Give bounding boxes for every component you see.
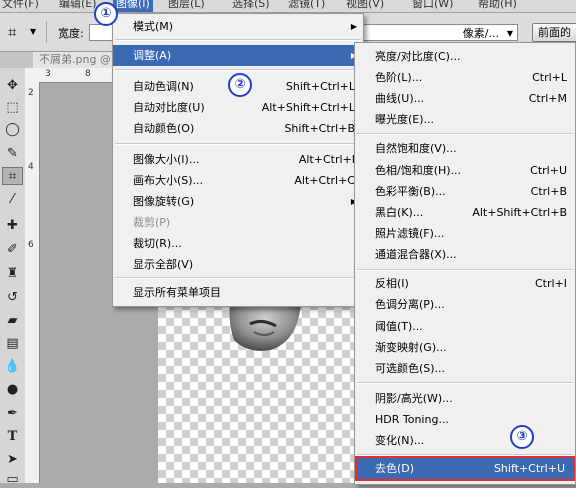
menu-item-mode[interactable]: 模式(M) ▶	[113, 16, 363, 37]
face-image	[229, 302, 301, 351]
divider	[46, 21, 47, 43]
menu-edit[interactable]: 编辑(E)	[59, 0, 97, 12]
menu-item-channel-mixer[interactable]: 通道混合器(X)...	[355, 244, 575, 265]
step-2-badge: ②	[228, 73, 252, 97]
menu-item-show-all-menu-items[interactable]: 显示所有菜单项目	[113, 282, 363, 303]
ruler-number: 6	[28, 240, 34, 250]
dodge-tool-icon[interactable]: ●	[2, 380, 23, 398]
menu-separator	[357, 454, 573, 456]
menu-item-hue-saturation[interactable]: 色相/饱和度(H)... Ctrl+U	[355, 160, 575, 181]
menu-item-levels[interactable]: 色阶(L)... Ctrl+L	[355, 67, 575, 88]
menu-separator	[115, 69, 361, 71]
tool-preset-chevron-icon[interactable]: ▼	[30, 27, 36, 36]
menu-separator	[357, 382, 573, 384]
menu-item-curves[interactable]: 曲线(U)... Ctrl+M	[355, 88, 575, 109]
menu-item-gradient-map[interactable]: 渐变映射(G)...	[355, 337, 575, 358]
menu-image[interactable]: 图像(I)	[113, 0, 153, 12]
menu-item-threshold[interactable]: 阈值(T)...	[355, 316, 575, 337]
menu-item-auto-color[interactable]: 自动颜色(O) Shift+Ctrl+B	[113, 118, 363, 139]
menu-item-hdr-toning[interactable]: HDR Toning...	[355, 409, 575, 430]
brush-tool-icon[interactable]: ✐	[2, 240, 23, 258]
resolution-units-select[interactable]: 像素/... ▼	[362, 24, 518, 41]
menu-item-image-rotation[interactable]: 图像旋转(G)▶	[113, 191, 363, 212]
menu-item-image-size[interactable]: 图像大小(I)... Alt+Ctrl+I	[113, 149, 363, 170]
step-1-badge: ①	[94, 2, 118, 26]
vertical-ruler: 2 4 6	[25, 82, 40, 483]
menu-item-desaturate[interactable]: 去色(D) Shift+Ctrl+U	[355, 456, 575, 481]
menu-view[interactable]: 视图(V)	[346, 0, 384, 12]
menu-layer[interactable]: 图层(L)	[168, 0, 205, 12]
quick-select-tool-icon[interactable]: ✎	[2, 144, 23, 162]
menu-item-reveal-all[interactable]: 显示全部(V)	[113, 254, 363, 275]
menu-item-crop: 裁剪(P)	[133, 216, 171, 229]
menu-filter[interactable]: 滤镜(T)	[288, 0, 325, 12]
front-image-button[interactable]: 前面的	[532, 23, 576, 42]
menu-item-invert[interactable]: 反相(I) Ctrl+I	[355, 273, 575, 294]
menu-item-canvas-size[interactable]: 画布大小(S)... Alt+Ctrl+C	[113, 170, 363, 191]
width-label: 宽度:	[58, 27, 84, 40]
crop-tool-icon[interactable]: ⌗	[8, 23, 16, 41]
menu-separator	[357, 133, 573, 135]
menu-item-variations[interactable]: 变化(N)...	[355, 430, 575, 451]
healing-brush-tool-icon[interactable]: ✚	[2, 216, 23, 234]
ruler-number: 3	[45, 69, 51, 79]
lasso-tool-icon[interactable]: ◯	[2, 120, 23, 138]
document-tab[interactable]: 不屑弟.png @	[33, 52, 118, 68]
dropdown-arrow-icon: ▼	[506, 29, 513, 38]
step-3-badge: ③	[510, 425, 534, 449]
units-value: 像素/...	[462, 27, 499, 40]
image-menu: 模式(M)▶ 调整(A)▶ 自动色调(N)Shift+Ctrl+L 自动对比度(…	[112, 13, 364, 307]
menu-separator	[357, 269, 573, 271]
type-tool-icon[interactable]: T	[2, 427, 23, 445]
eraser-tool-icon[interactable]: ▰	[2, 311, 23, 329]
menu-item-color-balance[interactable]: 色彩平衡(B)... Ctrl+B	[355, 181, 575, 202]
menu-select[interactable]: 选择(S)	[232, 0, 270, 12]
menu-item-shadows-highlights[interactable]: 阴影/高光(W)...	[355, 388, 575, 409]
menu-item-posterize[interactable]: 色调分离(P)...	[355, 294, 575, 315]
menu-item-exposure[interactable]: 曝光度(E)...	[355, 109, 575, 130]
menu-separator	[115, 39, 361, 41]
submenu-arrow-icon: ▶	[350, 22, 357, 31]
path-select-tool-icon[interactable]: ➤	[2, 450, 23, 468]
stamp-tool-icon[interactable]: ♜	[2, 264, 23, 282]
menu-separator	[115, 143, 361, 145]
menu-item-photo-filter[interactable]: 照片滤镜(F)...	[355, 223, 575, 244]
pen-tool-icon[interactable]: ✒	[2, 404, 23, 422]
menu-item-adjustments[interactable]: 调整(A)▶	[113, 45, 363, 66]
tools-panel: ✥ ⬚ ◯ ✎ ⌗ ⁄ ✚ ✐ ♜ ↺ ▰ ▤ 💧 ● ✒ T ➤ ▭	[0, 68, 26, 487]
image-canvas[interactable]	[158, 302, 358, 483]
menu-window[interactable]: 窗口(W)	[412, 0, 453, 12]
menu-file[interactable]: 文件(F)	[2, 0, 39, 12]
ruler-number: 4	[28, 162, 34, 172]
blur-tool-icon[interactable]: 💧	[2, 357, 23, 375]
menu-item-auto-contrast[interactable]: 自动对比度(U) Alt+Shift+Ctrl+L	[113, 97, 363, 118]
ruler-number: 8	[85, 69, 91, 79]
eyedropper-tool-icon[interactable]: ⁄	[2, 190, 23, 208]
history-brush-tool-icon[interactable]: ↺	[2, 288, 23, 306]
gradient-tool-icon[interactable]: ▤	[2, 334, 23, 352]
menu-item-black-white[interactable]: 黑白(K)... Alt+Shift+Ctrl+B	[355, 202, 575, 223]
menu-item-trim[interactable]: 裁切(R)...	[113, 233, 363, 254]
ruler-number: 2	[28, 88, 34, 98]
move-tool-icon[interactable]: ✥	[2, 76, 23, 94]
crop-tool-icon[interactable]: ⌗	[2, 167, 23, 185]
adjustments-submenu: 亮度/对比度(C)... 色阶(L)... Ctrl+L 曲线(U)... Ctrl…	[354, 42, 576, 485]
menu-separator	[115, 277, 361, 279]
shape-tool-icon[interactable]: ▭	[2, 470, 23, 488]
marquee-tool-icon[interactable]: ⬚	[2, 98, 23, 116]
menu-item-vibrance[interactable]: 自然饱和度(V)...	[355, 138, 575, 159]
menu-help[interactable]: 帮助(H)	[478, 0, 517, 12]
menu-item-selective-color[interactable]: 可选颜色(S)...	[355, 358, 575, 379]
menu-bar: 文件(F) 编辑(E) 图像(I) 图层(L) 选择(S) 滤镜(T) 视图(V…	[0, 0, 576, 13]
menu-item-brightness-contrast[interactable]: 亮度/对比度(C)...	[355, 46, 575, 67]
